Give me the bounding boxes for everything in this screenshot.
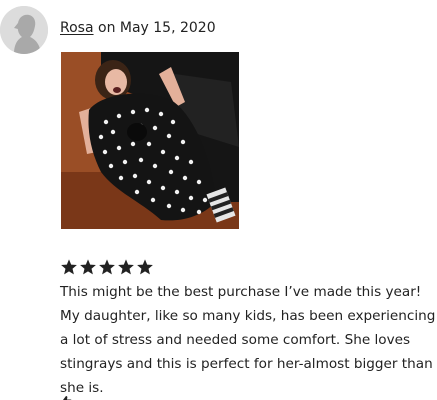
review-header: Rosa on May 15, 2020 — [60, 19, 216, 37]
review-date: on May 15, 2020 — [93, 20, 216, 36]
star-filled-icon — [137, 259, 153, 275]
star-filled-icon — [118, 259, 134, 275]
reviewer-name-link[interactable]: Rosa — [60, 20, 94, 36]
star-filled-icon — [61, 259, 77, 275]
user-avatar-icon — [0, 6, 48, 54]
review-card: Rosa on May 15, 2020 This might be the b… — [0, 0, 437, 400]
thumbs-up-icon[interactable] — [60, 392, 72, 400]
review-text: This might be the best purchase I’ve mad… — [60, 284, 436, 396]
review-photo[interactable] — [61, 52, 239, 229]
star-rating — [60, 258, 154, 276]
star-filled-icon — [99, 259, 115, 275]
star-filled-icon — [80, 259, 96, 275]
